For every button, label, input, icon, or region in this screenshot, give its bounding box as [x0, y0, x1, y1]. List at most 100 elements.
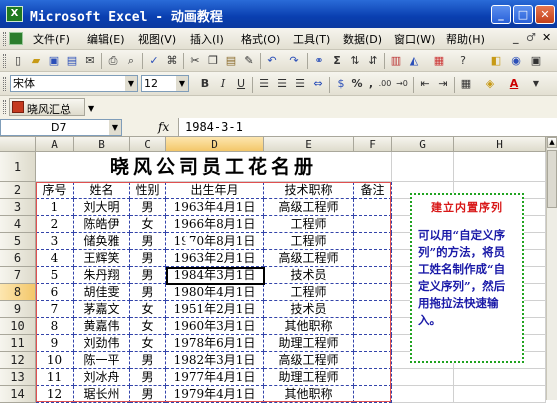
grid-cell[interactable]: [392, 386, 454, 403]
menu-file[interactable]: 文件(F): [33, 31, 70, 47]
cell-birth-date[interactable]: 1980年4月1日: [166, 284, 264, 301]
menu-insert[interactable]: 插入(I): [190, 31, 224, 47]
grid-cell[interactable]: [392, 152, 454, 182]
scroll-thumb[interactable]: [547, 150, 557, 208]
cell-remark[interactable]: [354, 352, 392, 369]
row-header[interactable]: 9: [0, 301, 36, 318]
cell-gender[interactable]: 男: [130, 233, 166, 250]
zoom-icon[interactable]: ▦: [431, 53, 447, 69]
cell-title[interactable]: 高级工程师: [264, 199, 354, 216]
font-color-button[interactable]: A: [506, 76, 522, 92]
cell-gender[interactable]: 女: [130, 335, 166, 352]
insert-function-button[interactable]: fx: [158, 120, 169, 134]
cell-birth-date[interactable]: 1977年4月1日: [166, 369, 264, 386]
grid-cell[interactable]: [454, 152, 546, 182]
cell-seq[interactable]: 10: [36, 352, 74, 369]
font-name-select[interactable]: 宋体 ▼: [10, 75, 138, 92]
header-birth-date[interactable]: 出生年月: [166, 182, 264, 199]
header-title[interactable]: 技术职称: [264, 182, 354, 199]
header-gender[interactable]: 性别: [130, 182, 166, 199]
menu-help[interactable]: 帮助(H): [446, 31, 485, 47]
cell-gender[interactable]: 男: [130, 250, 166, 267]
italic-button[interactable]: I: [215, 76, 231, 92]
menu-window[interactable]: 窗口(W): [394, 31, 435, 47]
currency-icon[interactable]: $: [333, 76, 349, 92]
cell-name[interactable]: 黄嘉伟: [74, 318, 130, 335]
align-right-icon[interactable]: ☰: [292, 76, 308, 92]
cell-gender[interactable]: 女: [130, 318, 166, 335]
cell-gender[interactable]: 男: [130, 199, 166, 216]
row-header[interactable]: 1: [0, 152, 36, 182]
cell-gender[interactable]: 男: [130, 267, 166, 284]
chevron-down-icon[interactable]: ▼: [109, 120, 121, 135]
cell-gender[interactable]: 男: [130, 284, 166, 301]
cell-birth-date[interactable]: 1979年4月1日: [166, 386, 264, 403]
cell-title[interactable]: 高级工程师: [264, 352, 354, 369]
new-icon[interactable]: ▯: [10, 53, 26, 69]
menu-grip[interactable]: [3, 32, 6, 46]
column-header-c[interactable]: C: [130, 137, 166, 152]
help-icon[interactable]: ?: [455, 53, 471, 69]
row-header[interactable]: 2: [0, 182, 36, 199]
cell-seq[interactable]: 12: [36, 386, 74, 403]
chart-icon[interactable]: ◧: [488, 53, 504, 69]
cell-seq[interactable]: 8: [36, 318, 74, 335]
scroll-up-icon[interactable]: ▲: [547, 137, 557, 148]
cell-birth-date[interactable]: 1963年4月1日: [166, 199, 264, 216]
column-header-e[interactable]: E: [264, 137, 354, 152]
cell-title[interactable]: 其他职称: [264, 318, 354, 335]
row-header[interactable]: 11: [0, 335, 36, 352]
cell-title[interactable]: 助理工程师: [264, 369, 354, 386]
header-remark[interactable]: 备注: [354, 182, 392, 199]
maximize-button[interactable]: □: [513, 5, 533, 24]
cell-seq[interactable]: 9: [36, 335, 74, 352]
cell-birth-date[interactable]: 1963年2月1日: [166, 250, 264, 267]
cell-name[interactable]: 茅嘉文: [74, 301, 130, 318]
borders-icon[interactable]: ▦: [458, 76, 474, 92]
cell-seq[interactable]: 5: [36, 267, 74, 284]
close-button[interactable]: ✕: [535, 5, 555, 24]
font-size-select[interactable]: 12 ▼: [141, 75, 189, 92]
cell-name[interactable]: 陈一平: [74, 352, 130, 369]
cell-seq[interactable]: 4: [36, 250, 74, 267]
research-icon[interactable]: ⌘: [164, 53, 180, 69]
cell-remark[interactable]: [354, 284, 392, 301]
cell-remark[interactable]: [354, 301, 392, 318]
cell-birth-date[interactable]: 1966年8月1日: [166, 216, 264, 233]
cell-seq[interactable]: 1: [36, 199, 74, 216]
cell-seq[interactable]: 6: [36, 284, 74, 301]
formula-input[interactable]: 1984-3-1: [178, 118, 557, 136]
cell-title[interactable]: 技术员: [264, 301, 354, 318]
sort-ascending-icon[interactable]: ⇅: [347, 53, 363, 69]
row-header[interactable]: 14: [0, 386, 36, 403]
grid-cell[interactable]: [454, 386, 546, 403]
print-preview-icon[interactable]: ⌕: [123, 53, 139, 69]
cell-birth-date[interactable]: 1978年6月1日: [166, 335, 264, 352]
align-left-icon[interactable]: ☰: [256, 76, 272, 92]
doc-close-button[interactable]: ✕: [542, 31, 551, 44]
cell-remark[interactable]: [354, 335, 392, 352]
chevron-down-icon[interactable]: ▼: [125, 76, 137, 91]
increase-indent-icon[interactable]: ⇥: [435, 76, 451, 92]
cell-name[interactable]: 刘劲伟: [74, 335, 130, 352]
cell-seq[interactable]: 7: [36, 301, 74, 318]
camera-icon[interactable]: ◉: [508, 53, 524, 69]
grid-cell[interactable]: [454, 369, 546, 386]
cell-birth-date[interactable]: 1984年3月1日: [166, 267, 264, 284]
cell-remark[interactable]: [354, 199, 392, 216]
header-seq[interactable]: 序号: [36, 182, 74, 199]
grid-cell[interactable]: [392, 369, 454, 386]
toolbar-grip[interactable]: [3, 100, 6, 114]
cell-birth-date[interactable]: 1982年3月1日: [166, 352, 264, 369]
cell-birth-date[interactable]: 1960年3月1日: [166, 318, 264, 335]
cell-remark[interactable]: [354, 386, 392, 403]
autosum-icon[interactable]: Σ: [329, 53, 345, 69]
hyperlink-icon[interactable]: ⚭: [311, 53, 327, 69]
cell-gender[interactable]: 男: [130, 352, 166, 369]
format-painter-icon[interactable]: ✎: [241, 53, 257, 69]
cell-seq[interactable]: 11: [36, 369, 74, 386]
chart-wizard-icon[interactable]: ▥: [388, 53, 404, 69]
cell-gender[interactable]: 女: [130, 216, 166, 233]
cell-remark[interactable]: [354, 318, 392, 335]
column-header-d[interactable]: D: [166, 137, 264, 152]
